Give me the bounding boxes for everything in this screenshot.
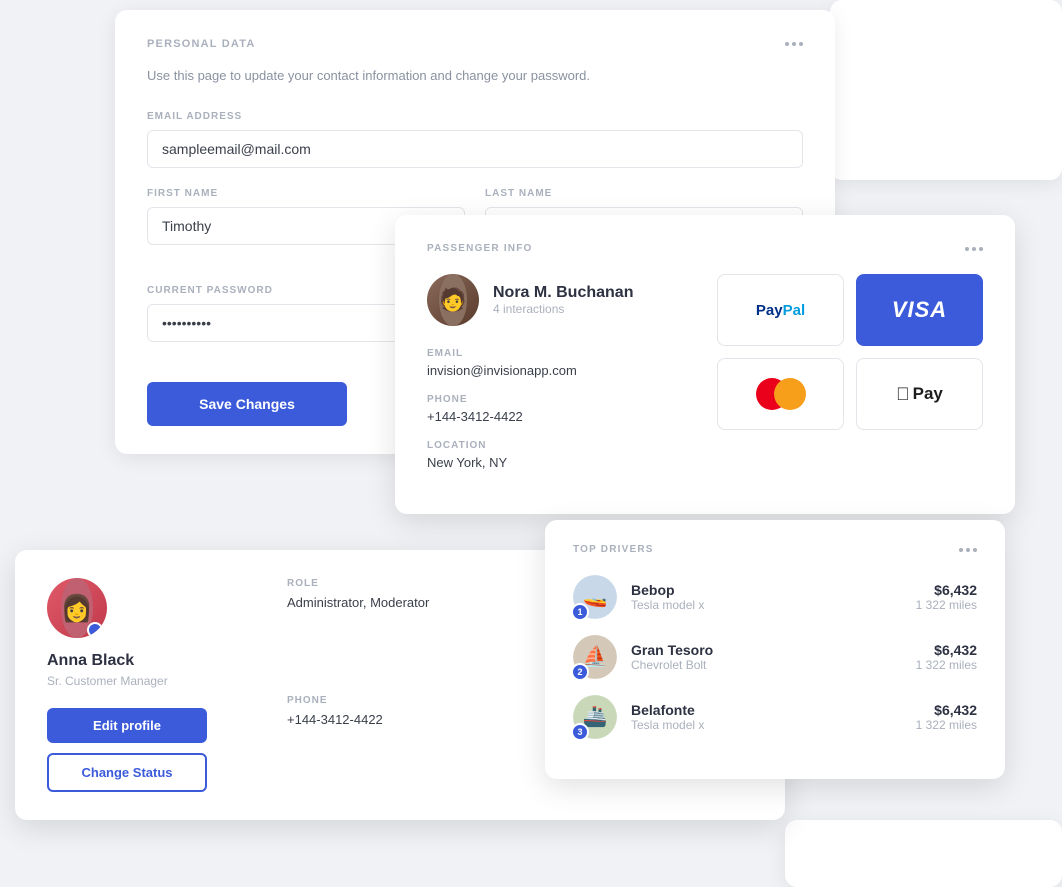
passenger-email-label: EMAIL <box>427 348 693 359</box>
applepay-card[interactable]:  Pay <box>856 358 983 430</box>
rank-badge-2: 2 <box>571 663 589 681</box>
passenger-location-value: New York, NY <box>427 455 693 470</box>
passenger-name-block: Nora M. Buchanan 4 interactions <box>493 284 633 316</box>
rank-badge-1: 1 <box>571 603 589 621</box>
mastercard-card[interactable] <box>717 358 844 430</box>
personal-data-header: PERSONAL DATA <box>147 38 803 50</box>
profile-phone-value: +144-3412-4422 <box>287 712 490 727</box>
dot-2 <box>972 247 976 251</box>
passenger-menu[interactable] <box>965 247 983 251</box>
driver-amount-2: $6,432 <box>916 642 977 658</box>
dot-2 <box>966 548 970 552</box>
driver-rank-2: ⛵ 2 <box>573 635 617 679</box>
passenger-interactions: 4 interactions <box>493 302 633 316</box>
email-label: EMAIL ADDRESS <box>147 111 803 122</box>
driver-rank-3: 🚢 3 <box>573 695 617 739</box>
profile-left: 👩 Anna Black Sr. Customer Manager Edit p… <box>47 578 247 792</box>
change-status-button[interactable]: Change Status <box>47 753 207 792</box>
mastercard-orange-circle <box>774 378 806 410</box>
passenger-name: Nora M. Buchanan <box>493 284 633 302</box>
applepay-text: Pay <box>913 384 943 404</box>
driver-name-1: Bebop <box>631 582 902 598</box>
dot-3 <box>973 548 977 552</box>
passenger-location-block: LOCATION New York, NY <box>427 440 693 470</box>
drivers-menu[interactable] <box>959 548 977 552</box>
driver-info-3: Belafonte Tesla model x <box>631 702 902 732</box>
personal-data-subtitle: Use this page to update your contact inf… <box>147 68 803 83</box>
passenger-info-title: PASSENGER INFO <box>427 243 533 254</box>
passenger-header: PASSENGER INFO <box>427 243 983 254</box>
passenger-location-label: LOCATION <box>427 440 693 451</box>
bg-card-right <box>830 0 1062 180</box>
apple-icon:  <box>896 384 910 405</box>
driver-car-2: Chevrolet Bolt <box>631 658 902 672</box>
save-changes-button[interactable]: Save Changes <box>147 382 347 426</box>
driver-miles-2: 1 322 miles <box>916 658 977 672</box>
visa-logo: VISA <box>892 297 947 323</box>
payment-grid: PayPal VISA  Pay <box>717 274 983 430</box>
mastercard-logo <box>756 378 806 410</box>
personal-data-title: PERSONAL DATA <box>147 38 256 50</box>
passenger-info-card: PASSENGER INFO 🧑 Nora M. Buchanan 4 inte… <box>395 215 1015 514</box>
profile-role-label: ROLE <box>287 578 490 589</box>
driver-rank-1: 🚤 1 <box>573 575 617 619</box>
driver-amount-1: $6,432 <box>916 582 977 598</box>
passenger-email-value: invision@invisionapp.com <box>427 363 693 378</box>
driver-info-2: Gran Tesoro Chevrolet Bolt <box>631 642 902 672</box>
driver-item-3: 🚢 3 Belafonte Tesla model x $6,432 1 322… <box>573 695 977 739</box>
edit-profile-button[interactable]: Edit profile <box>47 708 207 743</box>
passenger-right: PayPal VISA  Pay <box>717 274 983 486</box>
dot-3 <box>799 42 803 46</box>
profile-avatar: 👩 <box>47 578 107 638</box>
top-drivers-card: TOP DRIVERS 🚤 1 Bebop Tesla model x $6,4… <box>545 520 1005 779</box>
email-group: EMAIL ADDRESS <box>147 111 803 168</box>
nora-face-icon: 🧑 <box>439 274 466 326</box>
passenger-profile: 🧑 Nora M. Buchanan 4 interactions <box>427 274 693 326</box>
driver-stats-3: $6,432 1 322 miles <box>916 702 977 732</box>
profile-role-block: ROLE Administrator, Moderator <box>287 578 490 675</box>
profile-name: Anna Black <box>47 652 134 670</box>
dot-2 <box>792 42 796 46</box>
passenger-phone-label: PHONE <box>427 394 693 405</box>
driver-miles-1: 1 322 miles <box>916 598 977 612</box>
profile-role: Sr. Customer Manager <box>47 674 168 688</box>
driver-car-3: Tesla model x <box>631 718 902 732</box>
paypal-logo: PayPal <box>756 302 805 319</box>
top-drivers-title: TOP DRIVERS <box>573 544 654 555</box>
dot-1 <box>965 247 969 251</box>
passenger-avatar: 🧑 <box>427 274 479 326</box>
driver-name-2: Gran Tesoro <box>631 642 902 658</box>
first-name-label: FIRST NAME <box>147 188 465 199</box>
personal-data-menu[interactable] <box>785 42 803 46</box>
anna-face-icon: 👩 <box>61 578 93 638</box>
bg-card-bottom <box>785 820 1062 887</box>
driver-amount-3: $6,432 <box>916 702 977 718</box>
driver-item-1: 🚤 1 Bebop Tesla model x $6,432 1 322 mil… <box>573 575 977 619</box>
profile-phone-label: PHONE <box>287 695 490 706</box>
passenger-phone-value: +144-3412-4422 <box>427 409 693 424</box>
passenger-email-block: EMAIL invision@invisionapp.com <box>427 348 693 378</box>
driver-car-1: Tesla model x <box>631 598 902 612</box>
passenger-body: 🧑 Nora M. Buchanan 4 interactions EMAIL … <box>427 274 983 486</box>
passenger-phone-block: PHONE +144-3412-4422 <box>427 394 693 424</box>
driver-item-2: ⛵ 2 Gran Tesoro Chevrolet Bolt $6,432 1 … <box>573 635 977 679</box>
drivers-header: TOP DRIVERS <box>573 544 977 555</box>
dot-3 <box>979 247 983 251</box>
profile-phone-block: PHONE +144-3412-4422 <box>287 695 490 792</box>
driver-info-1: Bebop Tesla model x <box>631 582 902 612</box>
driver-name-3: Belafonte <box>631 702 902 718</box>
email-input[interactable] <box>147 130 803 168</box>
last-name-label: LAST NAME <box>485 188 803 199</box>
driver-stats-1: $6,432 1 322 miles <box>916 582 977 612</box>
dot-1 <box>959 548 963 552</box>
profile-role-value: Administrator, Moderator <box>287 595 490 610</box>
driver-stats-2: $6,432 1 322 miles <box>916 642 977 672</box>
applepay-logo:  Pay <box>896 384 943 405</box>
rank-badge-3: 3 <box>571 723 589 741</box>
visa-card[interactable]: VISA <box>856 274 983 346</box>
passenger-left: 🧑 Nora M. Buchanan 4 interactions EMAIL … <box>427 274 693 486</box>
paypal-card[interactable]: PayPal <box>717 274 844 346</box>
driver-miles-3: 1 322 miles <box>916 718 977 732</box>
dot-1 <box>785 42 789 46</box>
